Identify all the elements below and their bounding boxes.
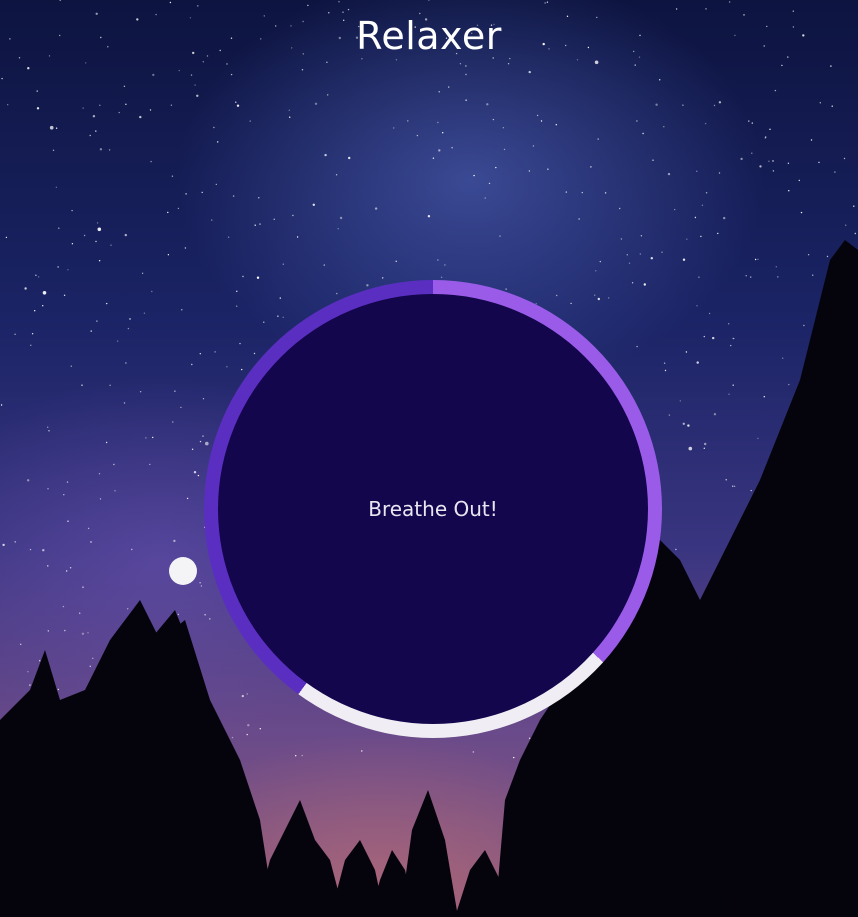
breathing-instruction: Breathe Out! <box>368 497 498 521</box>
breathing-inner-circle: Breathe Out! <box>218 294 648 724</box>
progress-pointer-dot <box>169 557 197 585</box>
breathing-circle[interactable]: Breathe Out! <box>204 280 662 738</box>
